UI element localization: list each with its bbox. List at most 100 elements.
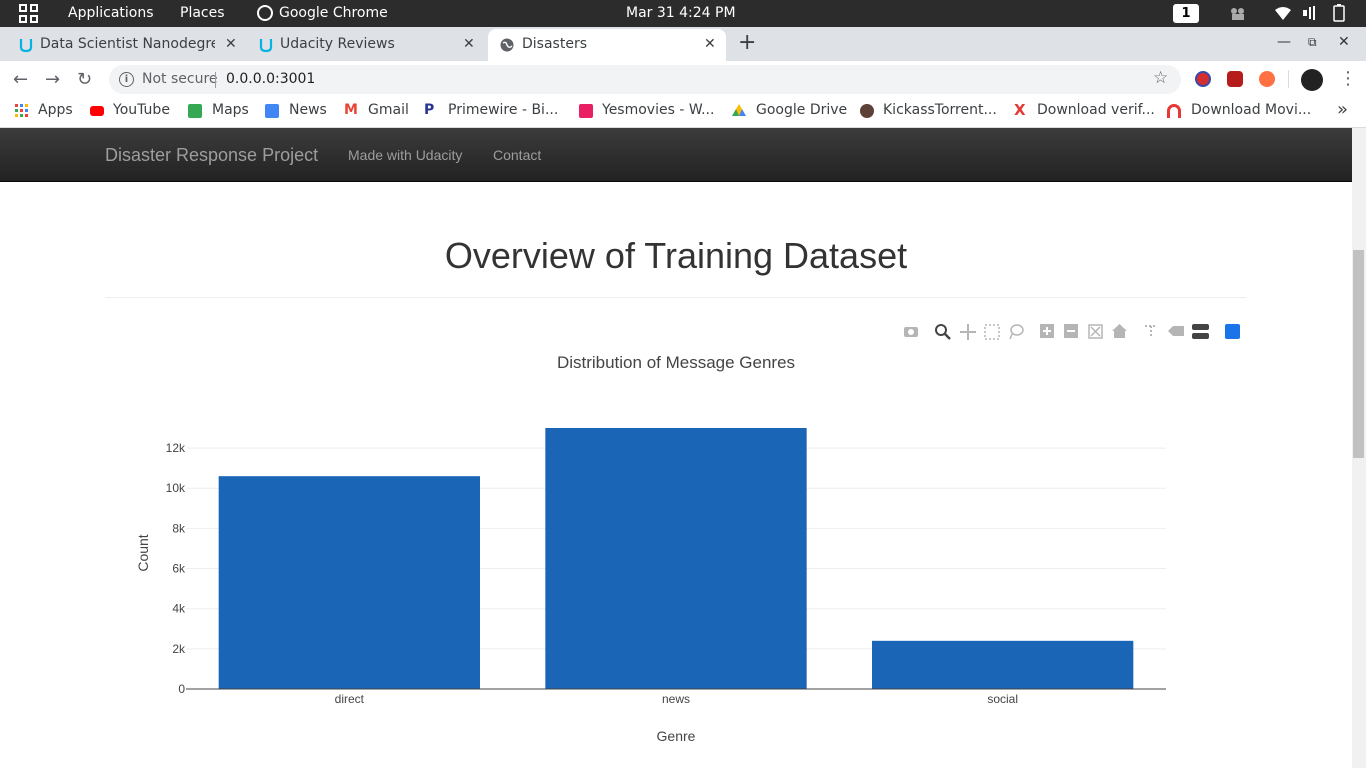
- tab-disasters[interactable]: Disasters ✕: [488, 29, 726, 61]
- clock[interactable]: Mar 31 4:24 PM: [626, 5, 736, 21]
- google-news-icon: [265, 104, 279, 118]
- bookmark-primewire[interactable]: Primewire - Bi...: [448, 102, 558, 118]
- primewire-icon: P: [424, 102, 435, 118]
- bookmark-kickass[interactable]: KickassTorrent...: [883, 102, 997, 118]
- reset-axes-icon[interactable]: [1112, 324, 1127, 338]
- places-menu[interactable]: Places: [180, 5, 225, 21]
- scrollbar-thumb[interactable]: [1353, 250, 1364, 458]
- tab-label: Udacity Reviews: [280, 36, 395, 52]
- page-title: Overview of Training Dataset: [444, 235, 908, 276]
- apps-grid-icon: [15, 104, 28, 117]
- address-bar[interactable]: i Not secure 0.0.0.0:3001 ☆: [109, 65, 1181, 94]
- yesmovies-icon: [579, 104, 593, 118]
- close-window-icon[interactable]: ✕: [1338, 34, 1350, 50]
- hover-closest-icon[interactable]: [1168, 324, 1184, 338]
- bookmark-yesmovies[interactable]: Yesmovies - W...: [602, 102, 714, 118]
- applications-menu[interactable]: Applications: [68, 5, 154, 21]
- zoom-out-icon[interactable]: [1064, 324, 1078, 338]
- reload-icon[interactable]: ↻: [77, 69, 92, 90]
- bar-social[interactable]: [872, 640, 1134, 689]
- close-tab-icon[interactable]: ✕: [225, 36, 237, 52]
- bookmark-google-drive[interactable]: Google Drive: [756, 102, 847, 118]
- ublock-icon[interactable]: [1227, 71, 1243, 87]
- info-icon[interactable]: i: [119, 72, 134, 87]
- pan-icon[interactable]: [960, 324, 976, 340]
- bookmark-apps[interactable]: Apps: [38, 102, 73, 118]
- bookmark-maps[interactable]: Maps: [212, 102, 249, 118]
- zoom-icon[interactable]: [935, 324, 951, 340]
- bookmark-download-verif[interactable]: Download verif...: [1037, 102, 1155, 118]
- back-arrow-icon[interactable]: ←: [13, 69, 28, 90]
- y-tick-label: 10k: [166, 481, 186, 495]
- profile-avatar[interactable]: [1301, 69, 1323, 91]
- y-tick-label: 12k: [166, 441, 186, 455]
- tab-strip: Data Scientist Nanodegre ✕ Udacity Revie…: [0, 27, 1366, 82]
- wifi-icon[interactable]: [1274, 6, 1292, 21]
- x-tick-label: direct: [335, 692, 365, 706]
- close-tab-icon[interactable]: ✕: [463, 36, 475, 52]
- more-bookmarks-icon[interactable]: »: [1337, 99, 1348, 120]
- maps-icon: [188, 104, 202, 118]
- tab-data-scientist[interactable]: Data Scientist Nanodegre ✕: [12, 29, 246, 61]
- genre-bar-chart: Distribution of Message Genres 0 2k 4k 6k 8k…: [135, 353, 1166, 744]
- bookmark-youtube[interactable]: YouTube: [113, 102, 170, 118]
- volume-icon[interactable]: [1302, 5, 1318, 21]
- box-select-icon[interactable]: [984, 324, 1000, 340]
- tab-label: Data Scientist Nanodegre: [40, 36, 215, 52]
- bar-news[interactable]: [545, 428, 807, 689]
- workspace-indicator[interactable]: 1: [1173, 4, 1199, 23]
- google-drive-icon: [732, 104, 746, 116]
- title-divider: [105, 297, 1246, 298]
- bookmarks-bar: Apps YouTube Maps News M Gmail P Primewi…: [0, 97, 1366, 128]
- gmail-icon: M: [344, 102, 358, 118]
- nav-link-udacity[interactable]: Made with Udacity: [348, 147, 462, 163]
- chrome-icon: [257, 5, 273, 21]
- x-axis-label: Genre: [657, 728, 696, 744]
- udacity-icon: [259, 39, 273, 53]
- site-navbar: Disaster Response Project Made with Udac…: [0, 128, 1352, 182]
- new-tab-button[interactable]: +: [738, 30, 756, 55]
- tab-udacity-reviews[interactable]: Udacity Reviews ✕: [252, 29, 486, 61]
- kickass-icon: [860, 104, 874, 118]
- security-status[interactable]: Not secure: [142, 71, 218, 87]
- y-axis-label: Count: [135, 534, 151, 571]
- download-movie-icon: [1167, 104, 1181, 118]
- plotly-logo-icon[interactable]: [1225, 324, 1240, 339]
- forward-arrow-icon[interactable]: →: [45, 69, 60, 90]
- url-text[interactable]: 0.0.0.0:3001: [226, 71, 315, 87]
- y-tick-label: 2k: [172, 642, 186, 656]
- active-app-name[interactable]: Google Chrome: [279, 5, 388, 21]
- bookmark-download-movi[interactable]: Download Movi...: [1191, 102, 1311, 118]
- bookmark-star-icon[interactable]: ☆: [1153, 68, 1168, 88]
- battery-icon[interactable]: [1333, 4, 1345, 22]
- camera-icon[interactable]: [903, 324, 919, 338]
- globe-icon: [500, 38, 514, 52]
- restore-icon[interactable]: ⧉: [1308, 35, 1317, 50]
- y-tick-label: 4k: [172, 602, 186, 616]
- more-menu-icon[interactable]: ⋮: [1339, 68, 1357, 89]
- close-tab-icon[interactable]: ✕: [704, 36, 716, 52]
- nav-link-contact[interactable]: Contact: [493, 147, 541, 163]
- minimize-icon[interactable]: —: [1277, 34, 1291, 50]
- extension-icon[interactable]: [1195, 71, 1211, 87]
- zoom-in-icon[interactable]: [1040, 324, 1054, 338]
- navbar-brand[interactable]: Disaster Response Project: [105, 145, 318, 166]
- bar-direct[interactable]: [218, 476, 480, 689]
- y-tick-label: 8k: [172, 521, 186, 535]
- y-tick-label: 6k: [172, 562, 186, 576]
- lasso-select-icon[interactable]: [1008, 324, 1024, 340]
- spike-lines-icon[interactable]: [1143, 324, 1157, 338]
- bookmark-news[interactable]: News: [289, 102, 327, 118]
- youtube-icon: [90, 106, 104, 116]
- extension-fire-icon[interactable]: [1259, 71, 1275, 87]
- x-icon: X: [1014, 101, 1026, 119]
- browser-toolbar: ← → ↻ i Not secure 0.0.0.0:3001 ☆ ⋮: [0, 61, 1366, 97]
- hover-compare-icon[interactable]: [1192, 324, 1209, 339]
- system-top-bar: Applications Places Google Chrome Mar 31…: [0, 0, 1366, 27]
- x-tick-label: news: [662, 692, 690, 706]
- autoscale-icon[interactable]: [1088, 324, 1103, 339]
- bookmark-gmail[interactable]: Gmail: [368, 102, 409, 118]
- udacity-icon: [19, 39, 33, 53]
- camera-icon[interactable]: [1229, 6, 1247, 21]
- activities-grid-icon[interactable]: [19, 4, 39, 24]
